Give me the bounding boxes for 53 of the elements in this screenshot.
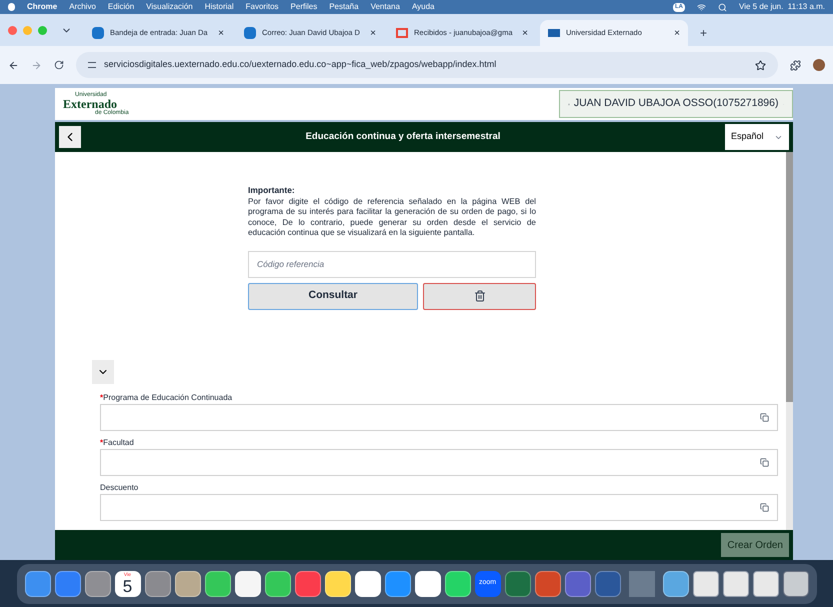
calendar-day-number: 5 [122, 578, 132, 594]
menu-item[interactable]: Perfiles [290, 1, 318, 13]
page-title: Educación continua y oferta intersemestral [304, 130, 502, 144]
notice-heading: Importante: [248, 184, 296, 197]
site-settings-icon[interactable] [88, 62, 96, 68]
tab-close[interactable]: × [218, 26, 224, 40]
delete-button[interactable] [423, 282, 536, 310]
menu-app-name[interactable]: Chrome [27, 1, 58, 13]
menu-item[interactable]: Edición [108, 1, 134, 13]
profile-avatar[interactable] [813, 59, 825, 71]
back-button[interactable] [59, 126, 81, 148]
bookmark-star-icon[interactable] [755, 60, 766, 70]
tab-close[interactable]: × [370, 26, 376, 40]
menu-item[interactable]: Pestaña [329, 1, 359, 13]
reload-icon[interactable] [54, 60, 64, 70]
value-help-field[interactable] [100, 494, 778, 521]
menu-item[interactable]: Ventana [370, 1, 400, 13]
value-help-icon [760, 412, 769, 422]
forward-icon[interactable] [31, 60, 42, 70]
menu-item[interactable]: Visualización [146, 1, 193, 13]
logo-text: Externado [63, 98, 117, 110]
tab-close[interactable]: × [674, 26, 680, 40]
menu-item[interactable]: Historial [204, 1, 234, 13]
consult-button[interactable]: Consultar [248, 282, 418, 310]
field-label: *Programa de Educación Continuada [100, 392, 234, 404]
address-bar[interactable]: serviciosdigitales.uexternado.edu.co/uexternado.edu.co~app~fica_web/zpagos/webapp/index.html [76, 52, 778, 78]
value-help-field[interactable] [100, 448, 778, 476]
user-menu-button[interactable]: JUAN DAVID UBAJOA OSSO(1075271896) [559, 90, 793, 118]
value-help-icon [760, 458, 769, 467]
create-order-button[interactable]: Crear Orden [721, 533, 789, 557]
notice-text: Por favor digite el código de referencia señalado en la página WEB del programa de su interés para facilitar la generación de su orden de pago, si lo conoce, De lo contrario, puede generar su orden desde el servicio de educación continua que se visualizará en la siguiente pantalla. [248, 196, 536, 239]
reference-code-field[interactable]: Código referencia [248, 250, 536, 278]
tab-close[interactable]: × [522, 26, 528, 40]
url-text: serviciosdigitales.uexternado.edu.co/uexternado.edu.co~app~fica_web/zpagos/webapp/index.html [104, 58, 498, 72]
value-help-field[interactable] [100, 404, 778, 431]
search-icon[interactable] [718, 2, 728, 12]
menu-clock[interactable]: Vie 5 de jun. 11:13 a.m. [739, 1, 825, 13]
new-tab-button[interactable]: + [692, 20, 716, 46]
menu-item[interactable]: Favoritos [246, 1, 279, 13]
window-thumbnail[interactable] [722, 570, 748, 596]
wifi-icon[interactable] [697, 2, 706, 12]
value-help-icon [760, 502, 769, 512]
field-label: Descuento [100, 482, 140, 494]
window-thumbnail[interactable] [692, 570, 718, 596]
window-thumbnail[interactable] [752, 570, 778, 596]
menu-item[interactable]: Archivo [69, 1, 96, 13]
extensions-icon[interactable] [790, 60, 801, 70]
language-select[interactable]: Español [725, 124, 789, 150]
site-icon [548, 29, 560, 37]
menu-item[interactable]: Ayuda [412, 1, 434, 13]
back-icon[interactable] [8, 60, 19, 70]
field-label: *Facultad [100, 436, 135, 449]
envelope-icon [396, 28, 408, 38]
